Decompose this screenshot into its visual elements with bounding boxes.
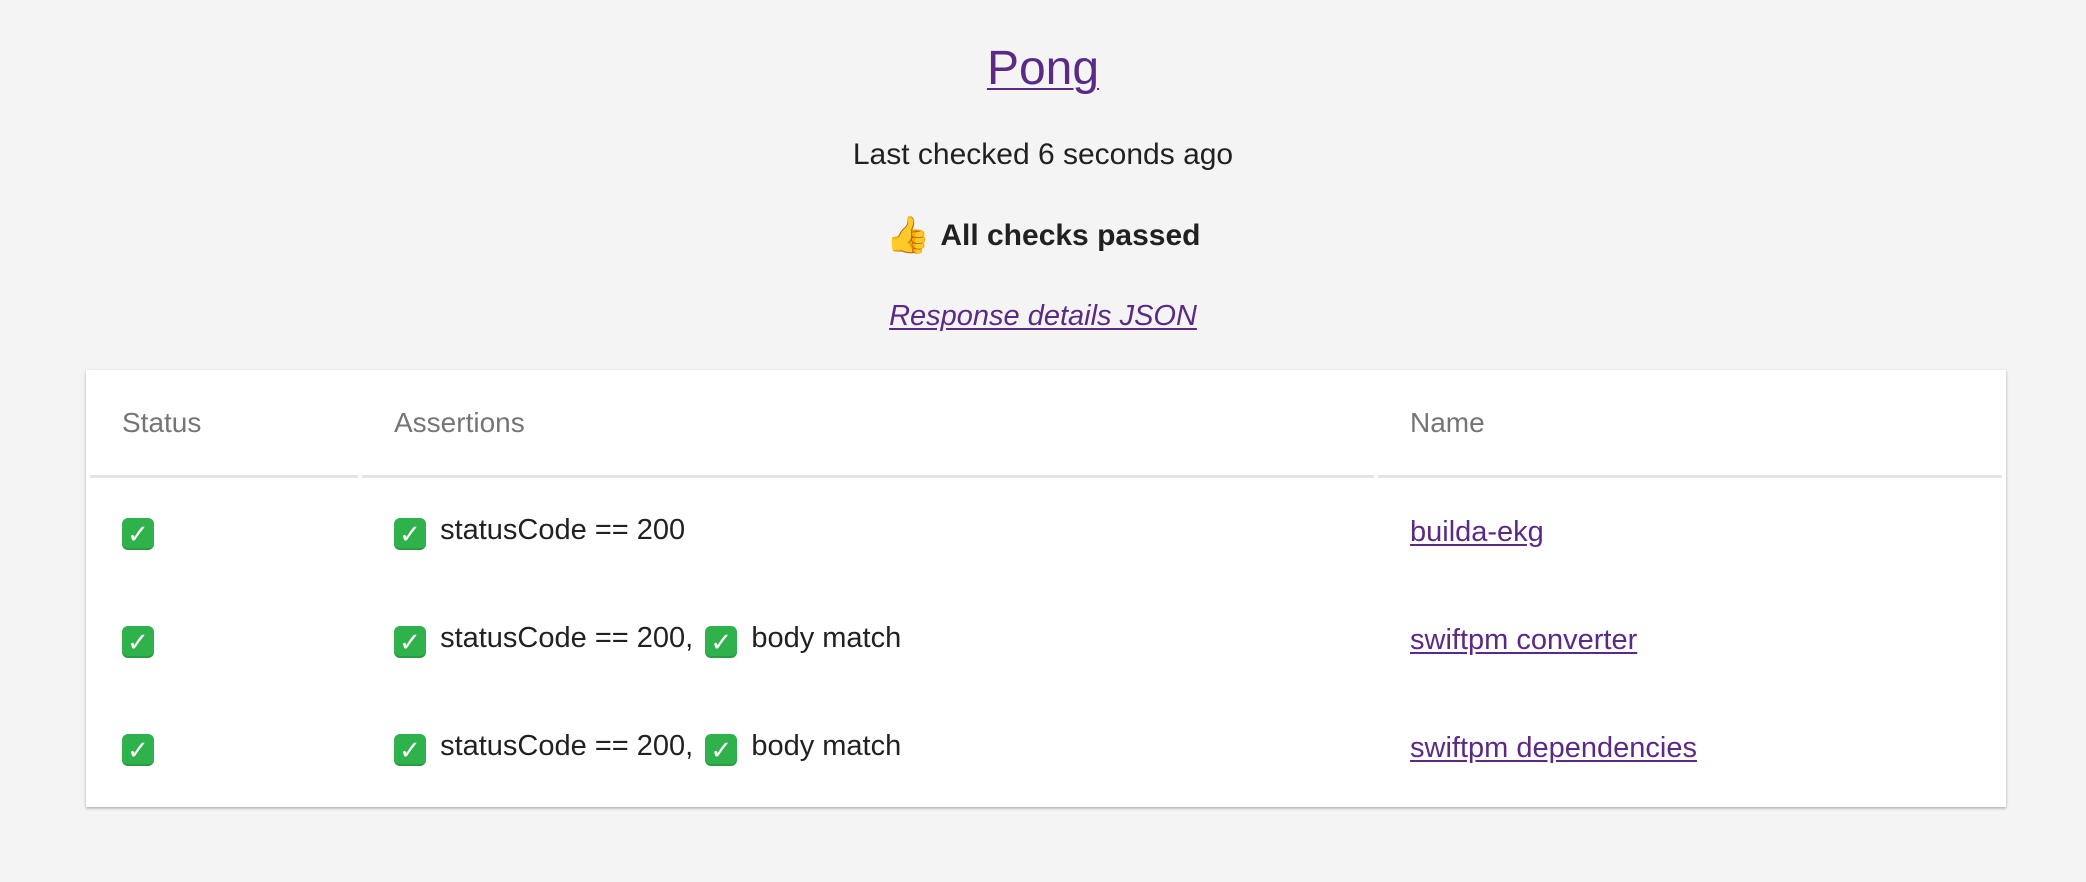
check-mark-icon: ✓ [705, 626, 738, 658]
check-mark-icon: ✓ [394, 626, 426, 658]
column-header-assertions: Assertions [362, 370, 1374, 478]
check-name-link[interactable]: builda-ekg [1410, 516, 1544, 548]
check-name-link[interactable]: swiftpm converter [1410, 624, 1637, 656]
check-mark-icon: ✓ [122, 734, 154, 766]
table-row: ✓ ✓ statusCode == 200 builda-ekg [90, 478, 2002, 586]
status-summary: 👍 All checks passed [0, 213, 2086, 258]
name-cell: swiftpm converter [1378, 586, 2002, 694]
assertion-text: statusCode == 200, [440, 730, 694, 762]
name-cell: swiftpm dependencies [1378, 694, 2002, 802]
status-cell: ✓ [90, 586, 358, 694]
name-cell: builda-ekg [1378, 478, 2002, 586]
check-mark-icon: ✓ [394, 734, 426, 766]
response-details-json-link[interactable]: Response details JSON [889, 300, 1197, 332]
status-cell: ✓ [90, 478, 358, 586]
status-cell: ✓ [90, 694, 358, 802]
check-mark-icon: ✓ [122, 626, 154, 658]
assertions-cell: ✓ statusCode == 200, ✓ body match [362, 586, 1374, 694]
column-header-status: Status [90, 370, 358, 478]
assertion-text: body match [751, 622, 902, 654]
assertion-text: body match [751, 730, 902, 762]
status-summary-text: All checks passed [940, 219, 1201, 252]
table-header-row: Status Assertions Name [90, 370, 2002, 478]
thumbs-up-icon: 👍 [885, 214, 931, 255]
response-details-link-wrapper: Response details JSON [0, 296, 2086, 336]
check-name-link[interactable]: swiftpm dependencies [1410, 732, 1697, 764]
checks-table-card: Status Assertions Name ✓ ✓ statusCode ==… [86, 370, 2006, 807]
check-mark-icon: ✓ [122, 518, 154, 550]
checks-table: Status Assertions Name ✓ ✓ statusCode ==… [86, 370, 2006, 802]
table-row: ✓ ✓ statusCode == 200, ✓ body match swif… [90, 694, 2002, 802]
page-title-link[interactable]: Pong [987, 42, 1099, 95]
check-mark-icon: ✓ [394, 518, 426, 550]
assertion-text: statusCode == 200, [440, 622, 694, 654]
assertions-cell: ✓ statusCode == 200 [362, 478, 1374, 586]
last-checked-text: Last checked 6 seconds ago [852, 138, 1234, 171]
table-row: ✓ ✓ statusCode == 200, ✓ body match swif… [90, 586, 2002, 694]
page-title: Pong [0, 36, 2086, 102]
check-mark-icon: ✓ [705, 734, 738, 766]
column-header-name: Name [1378, 370, 2002, 478]
assertions-cell: ✓ statusCode == 200, ✓ body match [362, 694, 1374, 802]
assertion-text: statusCode == 200 [440, 514, 686, 546]
